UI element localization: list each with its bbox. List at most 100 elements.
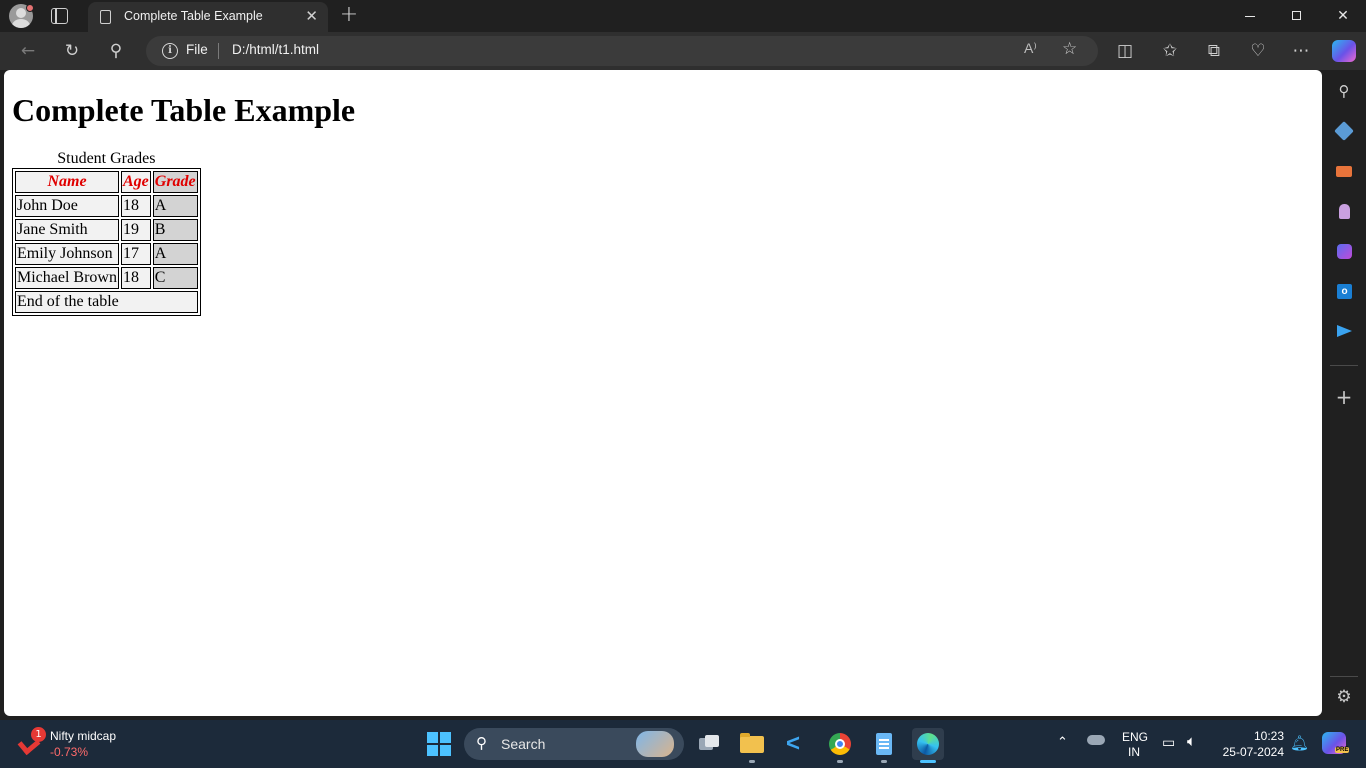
file-explorer-icon[interactable] [736, 728, 768, 760]
table-footer-row: End of the table [15, 291, 198, 313]
notification-bell-icon[interactable]: 🔔︎ [1290, 734, 1309, 752]
cell-name: Jane Smith [15, 219, 119, 241]
running-indicator [881, 760, 887, 763]
more-icon[interactable]: ⋯ [1290, 40, 1312, 62]
back-icon[interactable]: ← [17, 40, 39, 62]
tab-close-icon[interactable]: ✕ [305, 7, 318, 25]
cell-age: 18 [120, 267, 151, 289]
taskbar-search-label: Search [501, 736, 546, 752]
settings-icon[interactable]: ⚙ [1333, 686, 1355, 708]
address-separator [218, 43, 219, 59]
volume-icon[interactable]: 🔈︎ [1187, 733, 1196, 750]
add-icon[interactable]: + [1333, 386, 1355, 408]
cell-name: John Doe [15, 195, 119, 217]
taskbar-search[interactable]: ⚲ Search [464, 728, 684, 760]
profile-status-dot [26, 4, 34, 12]
header-name: Name [15, 171, 119, 193]
reload-icon[interactable]: ↻ [61, 40, 83, 62]
start-windows-icon[interactable] [427, 732, 451, 756]
window-close-button[interactable]: ✕ [1320, 0, 1366, 32]
widget-badge: 1 [31, 727, 46, 742]
language-region: IN [1128, 745, 1140, 759]
widget-change: -0.73% [50, 745, 89, 759]
sidebar-divider [1330, 365, 1358, 366]
microsoft-365-icon[interactable] [1333, 240, 1355, 262]
outlook-icon[interactable]: o [1333, 280, 1355, 302]
running-indicator [749, 760, 755, 763]
browser-title-bar: Complete Table Example ✕ + ✕ [0, 0, 1366, 32]
edge-sidebar: ⚲ o + ⚙ [1322, 70, 1366, 716]
microsoft-365-shape [1337, 244, 1352, 259]
window-restore-button[interactable] [1274, 0, 1320, 32]
running-indicator [837, 760, 843, 763]
table-row: John Doe 18 A [15, 195, 198, 217]
cell-age: 19 [120, 219, 151, 241]
task-view-icon[interactable] [693, 728, 725, 760]
vscode-icon[interactable]: < [780, 728, 812, 760]
table-footer: End of the table [15, 291, 198, 313]
window-minimize-button[interactable] [1228, 0, 1274, 32]
tab-actions-icon[interactable] [51, 8, 68, 24]
onedrive-icon[interactable] [1087, 735, 1105, 745]
search-icon[interactable]: ⚲ [105, 40, 127, 62]
windows-taskbar: Nifty midcap -0.73% ⚲ Search < ⌃ ENG IN … [0, 720, 1366, 768]
cell-grade: A [152, 195, 198, 217]
address-bar[interactable]: i File D:/html/t1.html A⁾ ☆ [146, 36, 1098, 66]
favorite-star-icon[interactable]: ☆ [1062, 39, 1077, 59]
browser-tab[interactable]: Complete Table Example ✕ [88, 2, 328, 32]
grades-table-wrapper: Student Grades Name Age Grade John Doe 1… [12, 150, 201, 316]
search-highlight-image [636, 731, 674, 757]
tools-shape [1336, 166, 1352, 177]
games-icon[interactable] [1333, 200, 1355, 222]
cell-grade: B [152, 219, 198, 241]
page-title: Complete Table Example [12, 92, 356, 128]
cell-age: 17 [120, 243, 151, 265]
table-row: Jane Smith 19 B [15, 219, 198, 241]
new-tab-icon[interactable]: + [338, 2, 360, 28]
tab-title: Complete Table Example [124, 9, 263, 23]
table-row: Michael Brown 18 C [15, 267, 198, 289]
games-shape [1339, 204, 1350, 219]
copilot-icon[interactable] [1332, 40, 1356, 62]
page-viewport: Complete Table Example Student Grades Na… [4, 70, 1322, 716]
cell-grade: C [152, 267, 198, 289]
shopping-tag-icon[interactable] [1333, 120, 1355, 142]
table-row: Emily Johnson 17 A [15, 243, 198, 265]
edge-icon[interactable] [912, 728, 944, 760]
read-aloud-icon[interactable]: A⁾ [1024, 40, 1037, 57]
info-icon[interactable]: i [162, 43, 178, 59]
widget-title[interactable]: Nifty midcap [50, 729, 116, 743]
browser-toolbar: ← ↻ ⚲ i File D:/html/t1.html A⁾ ☆ ◫ ✩ ⧉ … [0, 32, 1366, 70]
clock-time: 10:23 [1253, 729, 1284, 743]
collections-icon[interactable]: ⧉ [1203, 40, 1225, 62]
address-url[interactable]: D:/html/t1.html [232, 42, 319, 57]
restore-icon [1292, 11, 1301, 20]
shopping-tag-shape [1334, 121, 1354, 141]
clock[interactable]: 10:23 25-07-2024 [1216, 728, 1284, 760]
favorites-icon[interactable]: ✩ [1159, 40, 1181, 62]
chrome-icon[interactable] [824, 728, 856, 760]
header-age: Age [120, 171, 151, 193]
chevron-up-icon[interactable]: ⌃ [1057, 734, 1068, 750]
clock-date: 25-07-2024 [1222, 745, 1284, 759]
active-indicator [920, 760, 936, 763]
cell-name: Michael Brown [15, 267, 119, 289]
drop-send-icon[interactable] [1333, 320, 1355, 342]
outlook-shape: o [1337, 284, 1352, 299]
notepad-icon[interactable] [868, 728, 900, 760]
grades-table: Student Grades Name Age Grade John Doe 1… [12, 150, 201, 316]
tools-icon[interactable] [1333, 160, 1355, 182]
language-indicator[interactable]: ENG IN [1122, 730, 1149, 760]
drop-send-shape [1337, 325, 1352, 337]
network-icon[interactable]: ▭ [1162, 734, 1175, 751]
pre-badge: PRE [1335, 747, 1350, 753]
search-icon: ⚲ [476, 735, 487, 752]
cell-name: Emily Johnson [15, 243, 119, 265]
cell-age: 18 [120, 195, 151, 217]
split-screen-icon[interactable]: ◫ [1114, 40, 1136, 62]
header-grade: Grade [152, 171, 198, 193]
table-caption: Student Grades [57, 150, 156, 167]
browser-essentials-icon[interactable]: ♡ [1247, 40, 1269, 62]
sidebar-search-icon[interactable]: ⚲ [1333, 80, 1355, 102]
language-code: ENG [1122, 730, 1149, 744]
